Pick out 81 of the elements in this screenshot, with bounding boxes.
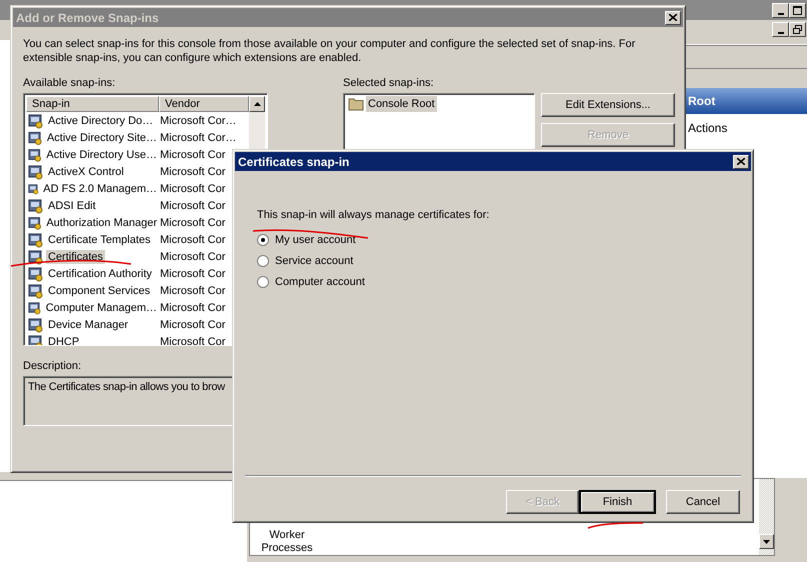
table-cell: Microsoft Cor xyxy=(159,250,226,262)
list-item[interactable]: Active Directory Do… xyxy=(46,114,156,128)
radio-button[interactable] xyxy=(257,276,269,288)
field-label: Description: xyxy=(23,360,82,372)
radio-label[interactable]: Computer account xyxy=(274,274,366,288)
table-cell: Microsoft Cor xyxy=(159,268,226,280)
snap-in-icon xyxy=(28,300,42,316)
table-cell: Microsoft Cor… xyxy=(159,132,236,144)
snap-in-icon xyxy=(28,232,44,248)
radio-button[interactable] xyxy=(257,254,269,266)
dialog-button[interactable]: Edit Extensions... xyxy=(541,93,675,117)
table-cell: Microsoft Cor xyxy=(159,148,226,160)
column-header[interactable]: Snap-in xyxy=(26,96,159,112)
table-cell: Microsoft Cor… xyxy=(159,114,236,126)
table-cell: Microsoft Cor xyxy=(159,336,226,345)
minimize-button[interactable] xyxy=(772,3,789,18)
table-cell: Microsoft Cor xyxy=(159,284,226,296)
list-item[interactable]: Authorization Manager xyxy=(44,216,159,230)
minimize-button[interactable] xyxy=(772,22,789,37)
list-item[interactable]: Device Manager xyxy=(46,318,130,332)
restore-button[interactable] xyxy=(789,22,806,37)
table-cell: Microsoft Cor xyxy=(159,166,226,178)
scrollbar[interactable] xyxy=(759,479,774,555)
list-item[interactable]: Active Directory Site… xyxy=(44,130,159,144)
list-item[interactable]: ActiveX Control xyxy=(46,164,126,178)
table-cell: Microsoft Cor xyxy=(159,216,226,228)
close-icon xyxy=(737,158,745,165)
snap-in-icon xyxy=(28,130,43,146)
actions-label: Actions xyxy=(687,120,728,137)
close-button[interactable] xyxy=(733,154,749,168)
dialog-button[interactable]: Cancel xyxy=(666,490,740,514)
minimize-icon xyxy=(778,32,784,34)
column-header[interactable]: Vendor xyxy=(159,96,249,112)
window-title: Certificates snap-in xyxy=(238,154,350,168)
list-item[interactable]: Certification Authority xyxy=(46,266,154,280)
table-cell: Microsoft Cor xyxy=(159,200,226,212)
field-label: Available snap-ins: xyxy=(23,77,116,89)
snap-in-icon xyxy=(28,248,44,264)
list-item[interactable]: Certificates xyxy=(46,250,106,264)
list-item[interactable]: AD FS 2.0 Managem… xyxy=(41,182,159,196)
result-item[interactable]: Worker Processes xyxy=(258,529,316,555)
maximize-button[interactable] xyxy=(789,3,806,18)
snap-in-icon xyxy=(28,282,44,298)
snap-in-icon xyxy=(28,198,44,214)
snap-in-icon xyxy=(28,164,44,180)
radio-button[interactable] xyxy=(257,234,269,246)
snap-in-icon xyxy=(28,214,42,230)
snap-in-icon xyxy=(28,266,44,282)
minimize-icon xyxy=(778,12,784,14)
maximize-icon xyxy=(793,6,802,15)
radio-label[interactable]: My user account xyxy=(274,232,357,246)
scroll-down-button[interactable] xyxy=(759,534,774,549)
folder-icon xyxy=(348,97,364,111)
list-item[interactable]: Certificate Templates xyxy=(46,232,153,246)
radio-label[interactable]: Service account xyxy=(274,254,354,268)
list-item[interactable]: ADSI Edit xyxy=(46,198,98,212)
restore-icon xyxy=(793,25,802,34)
list-item[interactable]: DHCP xyxy=(46,334,82,345)
window-title: Add or Remove Snap-ins xyxy=(16,10,159,24)
table-cell: Microsoft Cor xyxy=(159,234,226,246)
prompt-text: This snap-in will always manage certificates for: xyxy=(257,209,490,221)
down-arrow-icon xyxy=(763,540,770,544)
list-item[interactable]: Console Root xyxy=(366,96,437,112)
table-cell: Microsoft Cor xyxy=(159,302,226,314)
list-item[interactable]: Component Services xyxy=(46,284,152,298)
table-cell: Microsoft Cor xyxy=(159,182,226,194)
intro-text: You can select snap-ins for this console from those available on your computer and configure the selected set of snap-ins. For extensible snap-ins, you can configure which extensions are enabled. xyxy=(23,37,636,65)
up-arrow-icon xyxy=(254,102,260,106)
field-label: Selected snap-ins: xyxy=(343,77,434,89)
snap-in-icon xyxy=(28,146,42,162)
annotation-stroke xyxy=(588,522,643,529)
table-cell: Microsoft Cor xyxy=(159,318,226,330)
list-item[interactable]: Computer Managem… xyxy=(44,300,159,314)
dialog-button[interactable]: Finish xyxy=(579,490,656,514)
pane-header: Root xyxy=(686,88,807,114)
list-item[interactable]: Active Directory Use… xyxy=(44,148,159,162)
snap-in-icon xyxy=(28,316,44,332)
scroll-up-button[interactable] xyxy=(249,96,265,112)
close-icon xyxy=(669,14,677,21)
snap-in-icon xyxy=(28,334,44,345)
snap-in-icon xyxy=(28,112,44,128)
